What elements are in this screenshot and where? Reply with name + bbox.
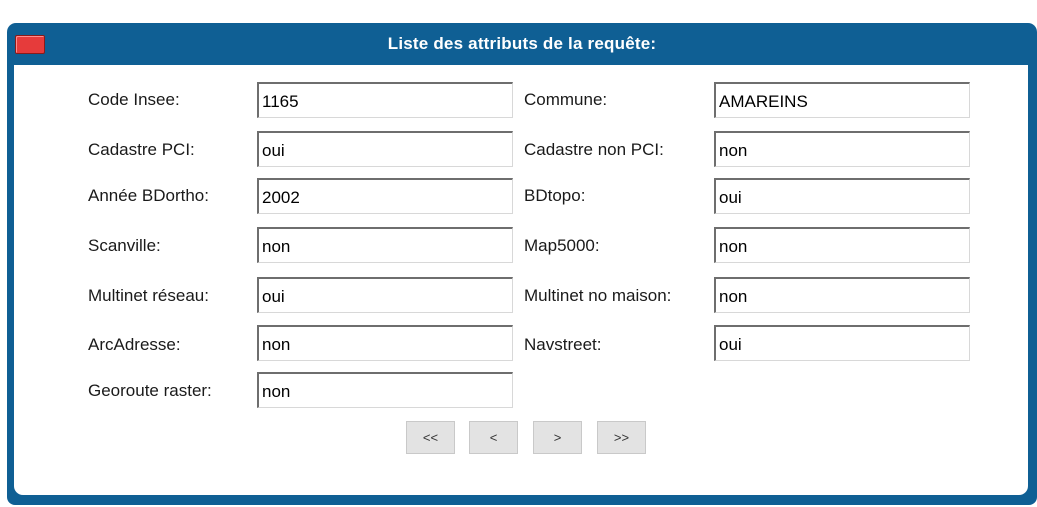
previous-page-button[interactable]: < (469, 421, 518, 454)
label-cadastre-non-pci: Cadastre non PCI: (524, 140, 664, 159)
label-multinet-no-maison: Multinet no maison: (524, 286, 672, 305)
cadastre-non-pci-field[interactable] (714, 131, 970, 167)
window-titlebar: Liste des attributs de la requête: (7, 23, 1037, 65)
arcadresse-field[interactable] (257, 325, 513, 361)
commune-field[interactable] (714, 82, 970, 118)
label-multinet-reseau: Multinet réseau: (88, 286, 209, 305)
label-arcadresse: ArcAdresse: (88, 335, 181, 354)
last-page-button[interactable]: >> (597, 421, 646, 454)
label-georoute-raster: Georoute raster: (88, 381, 212, 400)
map5000-field[interactable] (714, 227, 970, 263)
bdtopo-field[interactable] (714, 178, 970, 214)
window-title: Liste des attributs de la requête: (387, 34, 657, 53)
georoute-raster-field[interactable] (257, 372, 513, 408)
annee-bdortho-field[interactable] (257, 178, 513, 214)
label-bdtopo: BDtopo: (524, 186, 586, 205)
close-button[interactable] (15, 35, 45, 54)
label-map5000: Map5000: (524, 236, 600, 255)
navstreet-field[interactable] (714, 325, 970, 361)
label-code-insee: Code Insee: (88, 90, 180, 109)
label-navstreet: Navstreet: (524, 335, 602, 354)
first-page-button[interactable]: << (406, 421, 455, 454)
next-page-button[interactable]: > (533, 421, 582, 454)
multinet-reseau-field[interactable] (257, 277, 513, 313)
label-annee-bdortho: Année BDortho: (88, 186, 209, 205)
label-scanville: Scanville: (88, 236, 161, 255)
scanville-field[interactable] (257, 227, 513, 263)
code-insee-field[interactable] (257, 82, 513, 118)
label-commune: Commune: (524, 90, 608, 109)
cadastre-pci-field[interactable] (257, 131, 513, 167)
label-cadastre-pci: Cadastre PCI: (88, 140, 195, 159)
multinet-no-maison-field[interactable] (714, 277, 970, 313)
